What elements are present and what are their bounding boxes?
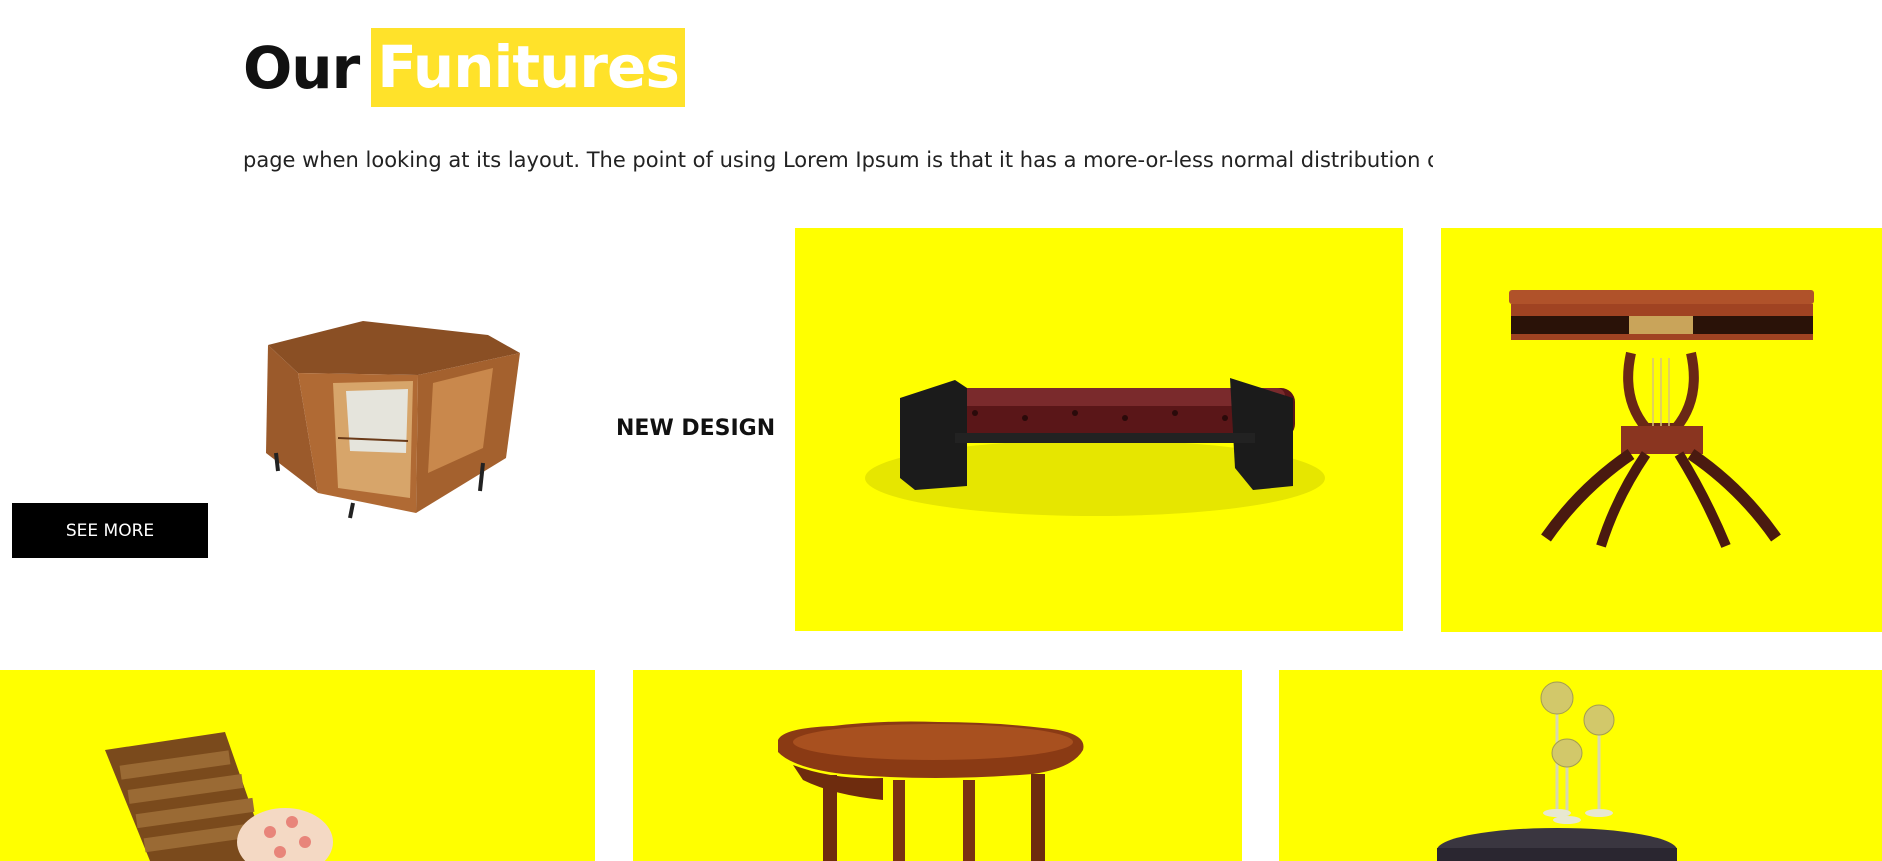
lyre-table-image <box>1509 290 1814 548</box>
lounge-chair-image <box>105 732 333 861</box>
product-card-bench[interactable] <box>795 228 1403 631</box>
product-card-wine-table[interactable] <box>1279 670 1882 861</box>
heading-highlight: Funitures <box>371 28 685 107</box>
product-card-round-table[interactable] <box>633 670 1242 861</box>
corner-cabinet-image <box>266 321 520 519</box>
see-more-button[interactable]: SEE MORE <box>12 503 208 558</box>
bench-image <box>865 378 1325 516</box>
product-card-lyre-table[interactable] <box>1441 228 1882 632</box>
heading-plain: Our <box>243 33 360 102</box>
new-design-tag: NEW DESIGN <box>616 416 776 441</box>
product-card-lounge-chair[interactable] <box>0 670 595 861</box>
wine-table-image <box>1437 681 1677 861</box>
section-intro-text: page when looking at its layout. The poi… <box>243 148 1433 172</box>
round-wooden-table-image <box>778 721 1084 861</box>
section-heading: Our Funitures <box>243 28 685 107</box>
